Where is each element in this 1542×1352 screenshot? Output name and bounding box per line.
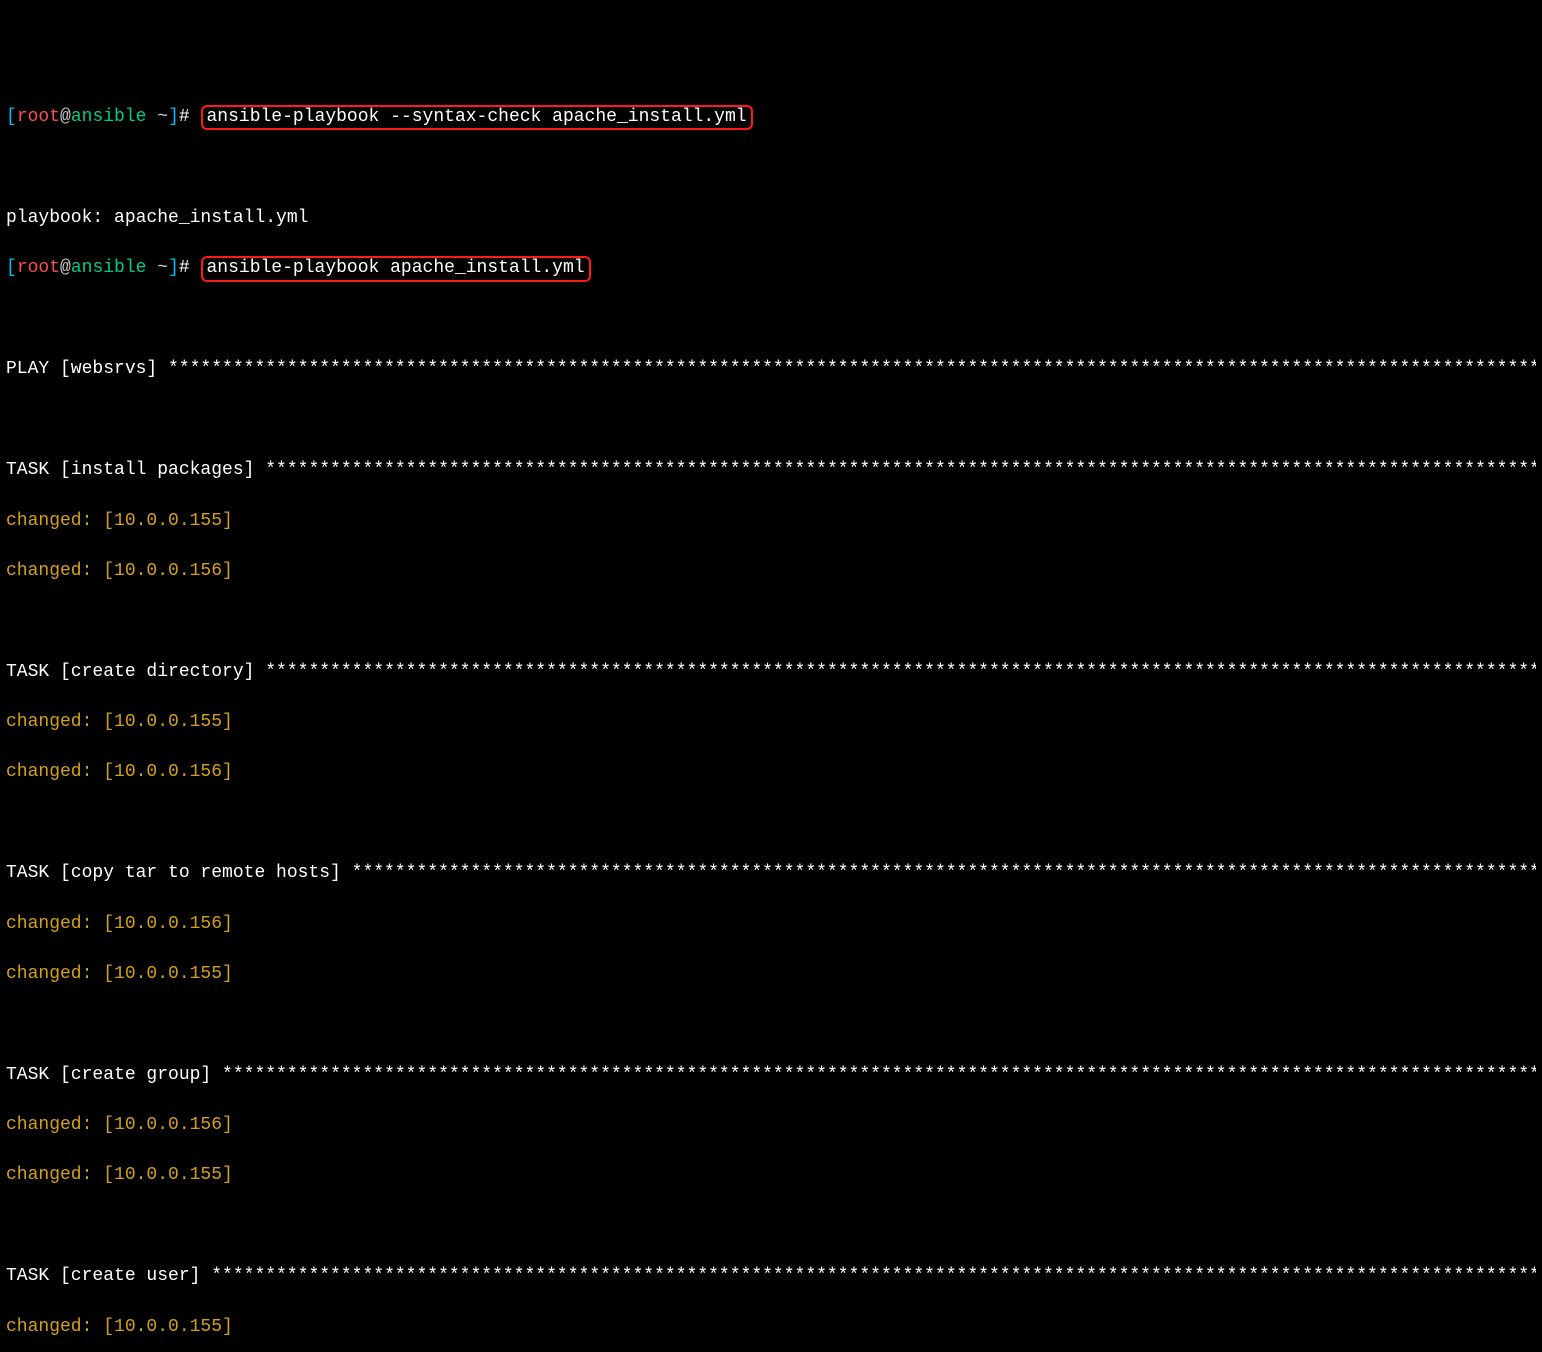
task-header: TASK [install packages] ****************… [6, 458, 1536, 483]
prompt-hash: # [179, 107, 201, 127]
task-header: TASK [create group] ********************… [6, 1063, 1536, 1088]
prompt-path: ~ [146, 258, 168, 278]
task-result: changed: [10.0.0.156] [6, 760, 1536, 785]
task-result: changed: [10.0.0.155] [6, 1163, 1536, 1188]
prompt-hash: # [179, 258, 201, 278]
task-stars: ****************************************… [352, 863, 1536, 883]
prompt-line-1[interactable]: [root@ansible ~]# ansible-playbook --syn… [6, 105, 1536, 131]
blank-line [6, 609, 1536, 634]
blank-line [6, 307, 1536, 332]
syntax-check-result: playbook: apache_install.yml [6, 206, 1536, 231]
prompt-at: @ [60, 258, 71, 278]
highlighted-command-2: ansible-playbook apache_install.yml [201, 256, 591, 282]
task-header: TASK [copy tar to remote hosts] ********… [6, 861, 1536, 886]
task-label: TASK [create directory] [6, 662, 265, 682]
task-header: TASK [create user] *********************… [6, 1264, 1536, 1289]
prompt-host: ansible [71, 258, 147, 278]
task-stars: ****************************************… [265, 662, 1536, 682]
prompt-at: @ [60, 107, 71, 127]
task-result: changed: [10.0.0.156] [6, 1113, 1536, 1138]
task-label: TASK [create group] [6, 1065, 222, 1085]
blank-line [6, 1012, 1536, 1037]
blank-line [6, 1214, 1536, 1239]
prompt-open: [ [6, 107, 17, 127]
prompt-close: ] [168, 258, 179, 278]
task-result: changed: [10.0.0.155] [6, 710, 1536, 735]
task-stars: ****************************************… [211, 1266, 1536, 1286]
blank-line [6, 811, 1536, 836]
blank-line [6, 408, 1536, 433]
prompt-user: root [17, 107, 60, 127]
blank-line [6, 156, 1536, 181]
command-text-2: ansible-playbook apache_install.yml [207, 258, 585, 278]
task-result: changed: [10.0.0.156] [6, 559, 1536, 584]
task-label: TASK [copy tar to remote hosts] [6, 863, 352, 883]
play-label: PLAY [websrvs] [6, 359, 168, 379]
play-header: PLAY [websrvs] *************************… [6, 357, 1536, 382]
prompt-line-2[interactable]: [root@ansible ~]# ansible-playbook apach… [6, 256, 1536, 282]
prompt-path: ~ [146, 107, 168, 127]
task-result: changed: [10.0.0.156] [6, 912, 1536, 937]
highlighted-command-1: ansible-playbook --syntax-check apache_i… [201, 105, 753, 131]
task-result: changed: [10.0.0.155] [6, 509, 1536, 534]
prompt-host: ansible [71, 107, 147, 127]
prompt-close: ] [168, 107, 179, 127]
prompt-user: root [17, 258, 60, 278]
command-text-1: ansible-playbook --syntax-check apache_i… [207, 107, 747, 127]
task-result: changed: [10.0.0.155] [6, 1315, 1536, 1340]
task-stars: ****************************************… [222, 1065, 1536, 1085]
task-stars: ****************************************… [265, 460, 1536, 480]
play-stars: ****************************************… [168, 359, 1536, 379]
task-result: changed: [10.0.0.155] [6, 962, 1536, 987]
prompt-open: [ [6, 258, 17, 278]
task-header: TASK [create directory] ****************… [6, 660, 1536, 685]
task-label: TASK [create user] [6, 1266, 211, 1286]
task-label: TASK [install packages] [6, 460, 265, 480]
